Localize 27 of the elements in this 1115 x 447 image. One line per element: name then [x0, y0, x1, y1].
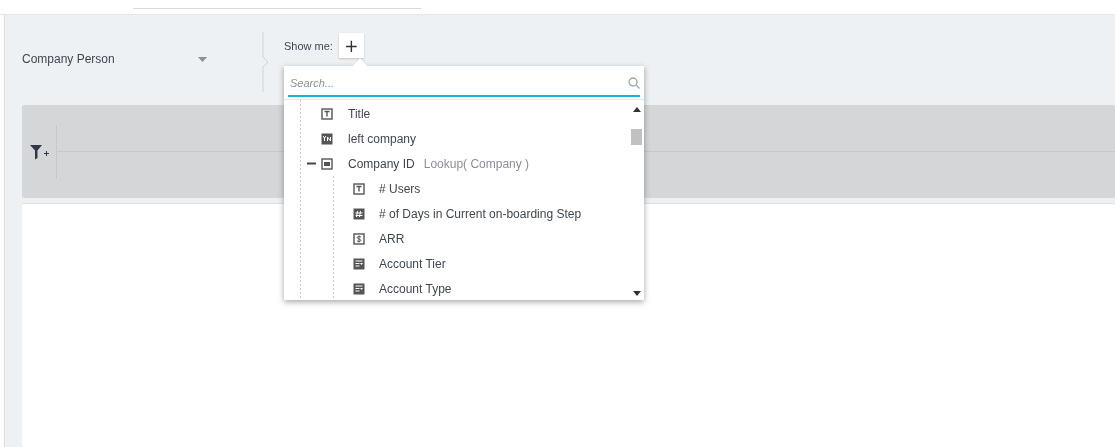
field-type-icon: [353, 207, 365, 220]
filter-add-icon[interactable]: [30, 143, 50, 160]
field-item[interactable]: Title: [348, 106, 371, 121]
caret-icon: [198, 56, 207, 62]
scroll-up-icon[interactable]: [632, 107, 641, 112]
field-item[interactable]: Account Tier: [379, 256, 446, 271]
field-item[interactable]: ARR: [379, 231, 405, 246]
field-type-icon: [321, 107, 333, 120]
scroll-thumb[interactable]: [631, 129, 642, 145]
search-field[interactable]: Search...: [288, 77, 628, 89]
scroll-down-icon[interactable]: [632, 291, 641, 296]
add-button[interactable]: +: [338, 33, 364, 58]
field-item[interactable]: Company ID: [348, 156, 415, 171]
field-type-label: Lookup( Company ): [423, 156, 530, 171]
show-me-label: Show me:: [284, 40, 333, 52]
field-item[interactable]: left company: [348, 131, 417, 146]
field-item[interactable]: # Users: [379, 181, 421, 196]
field-item[interactable]: # of Days in Current on-boarding Step: [379, 206, 582, 221]
entity-dropdown[interactable]: Company Person: [22, 52, 207, 66]
field-type-icon: [321, 132, 333, 145]
search-icon: [628, 77, 640, 89]
field-type-icon: [353, 232, 365, 245]
field-type-icon: [321, 157, 333, 170]
field-type-icon: [353, 257, 365, 270]
field-item[interactable]: Account Type: [379, 281, 452, 296]
field-type-icon: [353, 282, 365, 295]
field-type-icon: [353, 182, 365, 195]
